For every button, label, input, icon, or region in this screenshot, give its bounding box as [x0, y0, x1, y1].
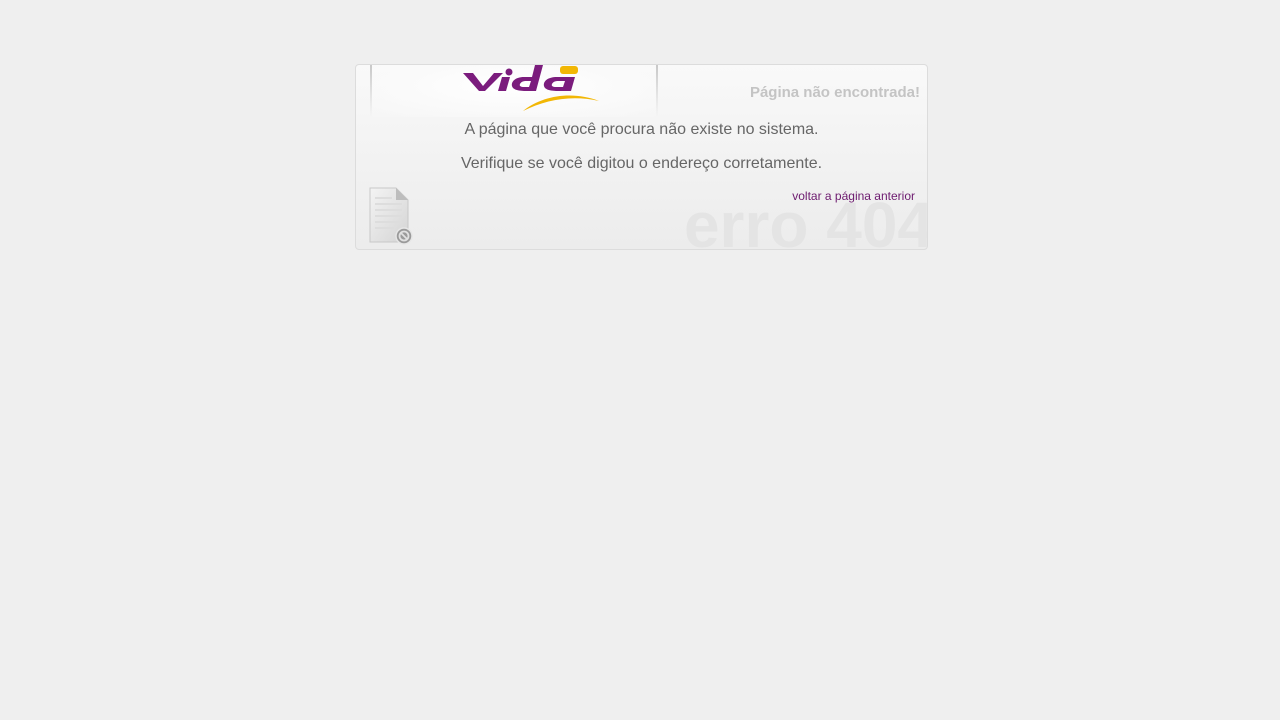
back-to-previous-page-link[interactable]: voltar a página anterior: [792, 189, 915, 203]
error-message-primary: A página que você procura não existe no …: [464, 121, 819, 138]
vida-logo: [463, 65, 599, 111]
broken-document-icon: [369, 187, 413, 245]
logo-panel: [370, 65, 658, 117]
error-404-box: Página não encontrada! A página que você…: [355, 64, 928, 250]
page-not-found-title: Página não encontrada!: [749, 84, 920, 101]
error-message-secondary: Verifique se você digitou o endereço cor…: [460, 155, 823, 172]
